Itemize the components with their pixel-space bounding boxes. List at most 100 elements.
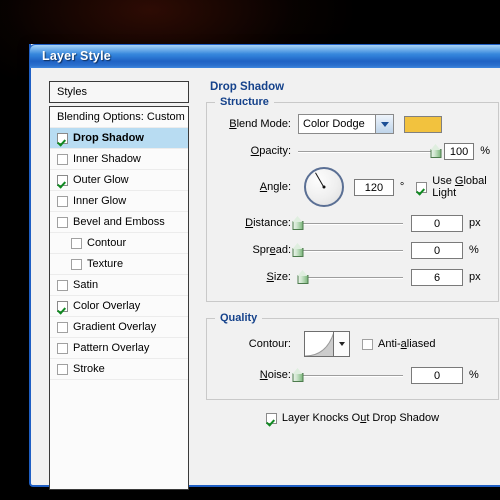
spread-slider[interactable] bbox=[292, 242, 403, 258]
spread-slider-track bbox=[298, 250, 403, 252]
styles-column: Styles Blending Options: Custom Drop Shad… bbox=[49, 81, 189, 490]
use-global-light-checkbox[interactable]: Use Global Light bbox=[416, 175, 490, 199]
contour-chevron-down-icon[interactable] bbox=[333, 332, 349, 356]
layer-knocks-out-label: Layer Knocks Out Drop Shadow bbox=[281, 412, 440, 424]
style-list-item-label: Texture bbox=[87, 258, 124, 270]
style-list-item[interactable]: Gradient Overlay bbox=[50, 317, 188, 338]
blend-mode-row: Blend Mode: Color Dodge bbox=[215, 113, 490, 135]
chevron-down-icon[interactable] bbox=[375, 115, 393, 133]
noise-slider-thumb[interactable] bbox=[292, 368, 304, 382]
checkbox-icon[interactable] bbox=[71, 237, 82, 249]
contour-curve-icon bbox=[305, 332, 334, 356]
opacity-slider[interactable] bbox=[298, 143, 442, 159]
angle-dial-hub bbox=[322, 185, 326, 189]
styles-header[interactable]: Styles bbox=[49, 81, 189, 103]
noise-unit: % bbox=[469, 369, 479, 381]
checkbox-checked-icon[interactable] bbox=[57, 132, 68, 144]
angle-unit: ° bbox=[399, 181, 405, 193]
layer-knocks-out-checkbox[interactable]: Layer Knocks Out Drop Shadow bbox=[206, 412, 499, 424]
style-list-item-label: Pattern Overlay bbox=[73, 342, 150, 354]
style-list-item-label: Drop Shadow bbox=[73, 132, 144, 144]
noise-label: Noise: bbox=[259, 369, 291, 381]
opacity-label: Opacity: bbox=[250, 145, 291, 157]
distance-label: Distance: bbox=[245, 217, 291, 229]
opacity-row: Opacity: 100 % bbox=[215, 140, 490, 162]
blend-mode-label: Blend Mode: bbox=[229, 118, 291, 130]
spread-input[interactable]: 0 bbox=[411, 241, 463, 259]
blend-mode-value: Color Dodge bbox=[303, 118, 365, 130]
noise-input[interactable]: 0 bbox=[411, 366, 463, 384]
size-unit: px bbox=[469, 271, 481, 283]
style-list-item[interactable]: Pattern Overlay bbox=[50, 338, 188, 359]
distance-unit: px bbox=[469, 217, 481, 229]
contour-curve-thumbnail bbox=[305, 332, 334, 356]
styles-list[interactable]: Blending Options: Custom Drop Shadow Inner… bbox=[49, 106, 189, 490]
distance-slider-thumb[interactable] bbox=[292, 216, 304, 230]
checkbox-icon bbox=[265, 412, 277, 424]
spread-slider-thumb[interactable] bbox=[292, 243, 304, 257]
style-list-item-label: Contour bbox=[87, 237, 127, 249]
checkbox-icon[interactable] bbox=[57, 195, 68, 207]
anti-aliased-checkbox[interactable]: Anti-aliased bbox=[362, 338, 436, 350]
noise-slider-track bbox=[298, 375, 403, 377]
checkbox-checked-icon[interactable] bbox=[57, 174, 68, 186]
opacity-unit: % bbox=[480, 145, 490, 157]
angle-input[interactable]: 120 bbox=[354, 178, 394, 196]
dialog-title: Layer Style bbox=[42, 49, 111, 63]
checkbox-icon[interactable] bbox=[57, 321, 68, 333]
style-list-item[interactable]: Inner Shadow bbox=[50, 149, 188, 170]
style-list-item[interactable]: Stroke bbox=[50, 359, 188, 380]
style-list-item[interactable]: Texture bbox=[50, 254, 188, 275]
distance-slider-track bbox=[298, 223, 403, 225]
style-list-item[interactable]: Outer Glow bbox=[50, 170, 188, 191]
style-list-item[interactable]: Bevel and Emboss bbox=[50, 212, 188, 233]
style-list-item[interactable]: Satin bbox=[50, 275, 188, 296]
size-input[interactable]: 6 bbox=[411, 268, 463, 286]
spread-label: Spread: bbox=[252, 244, 291, 256]
style-list-item[interactable]: Drop Shadow bbox=[50, 128, 188, 149]
angle-row: Angle: 120 ° Use Global Light bbox=[215, 167, 490, 207]
structure-group: Structure Blend Mode: Color Dodge Opacit… bbox=[206, 96, 499, 302]
opacity-slider-track bbox=[298, 151, 436, 153]
checkbox-icon[interactable] bbox=[57, 279, 68, 291]
size-slider-thumb[interactable] bbox=[297, 270, 309, 284]
size-slider-track bbox=[298, 277, 403, 279]
style-list-item-label: Color Overlay bbox=[73, 300, 141, 312]
opacity-slider-thumb[interactable] bbox=[430, 144, 442, 158]
size-slider[interactable] bbox=[297, 269, 403, 285]
shadow-color-swatch[interactable] bbox=[404, 115, 442, 133]
checkbox-icon[interactable] bbox=[57, 153, 68, 165]
distance-row: Distance: 0 px bbox=[215, 212, 490, 234]
dialog-titlebar[interactable]: Layer Style bbox=[29, 44, 500, 68]
style-list-item-label: Blending Options: Custom bbox=[57, 111, 185, 123]
angle-dial[interactable] bbox=[304, 167, 344, 207]
distance-input[interactable]: 0 bbox=[411, 214, 463, 232]
checkbox-icon[interactable] bbox=[57, 216, 68, 228]
contour-preset-picker[interactable] bbox=[304, 331, 350, 357]
checkbox-icon[interactable] bbox=[57, 363, 68, 375]
structure-legend: Structure bbox=[215, 96, 274, 108]
style-list-item-label: Satin bbox=[73, 279, 99, 291]
distance-slider[interactable] bbox=[292, 215, 403, 231]
style-list-item[interactable]: Contour bbox=[50, 233, 188, 254]
quality-legend: Quality bbox=[215, 312, 263, 324]
noise-row: Noise: 0 % bbox=[215, 364, 490, 386]
use-global-light-label: Use Global Light bbox=[432, 175, 487, 199]
desktop-background: Styles Blending Options: Custom Drop Shad… bbox=[0, 0, 500, 500]
layer-style-dialog: Styles Blending Options: Custom Drop Shad… bbox=[29, 44, 500, 490]
angle-label: Angle: bbox=[259, 181, 291, 193]
checkbox-icon[interactable] bbox=[71, 258, 82, 270]
quality-group: Quality Contour: Anti-aliased Noise: 0 % bbox=[206, 312, 499, 400]
spread-unit: % bbox=[469, 244, 479, 256]
checkbox-icon[interactable] bbox=[57, 342, 68, 354]
noise-slider[interactable] bbox=[292, 367, 403, 383]
style-list-item[interactable]: Blending Options: Custom bbox=[50, 107, 188, 128]
blend-mode-select[interactable]: Color Dodge bbox=[298, 114, 394, 134]
opacity-input[interactable]: 100 bbox=[444, 142, 475, 160]
size-label: Size: bbox=[266, 271, 291, 283]
effect-title: Drop Shadow bbox=[210, 81, 285, 93]
style-list-item[interactable]: Inner Glow bbox=[50, 191, 188, 212]
checkbox-icon bbox=[416, 181, 428, 193]
checkbox-checked-icon[interactable] bbox=[57, 300, 68, 312]
style-list-item[interactable]: Color Overlay bbox=[50, 296, 188, 317]
